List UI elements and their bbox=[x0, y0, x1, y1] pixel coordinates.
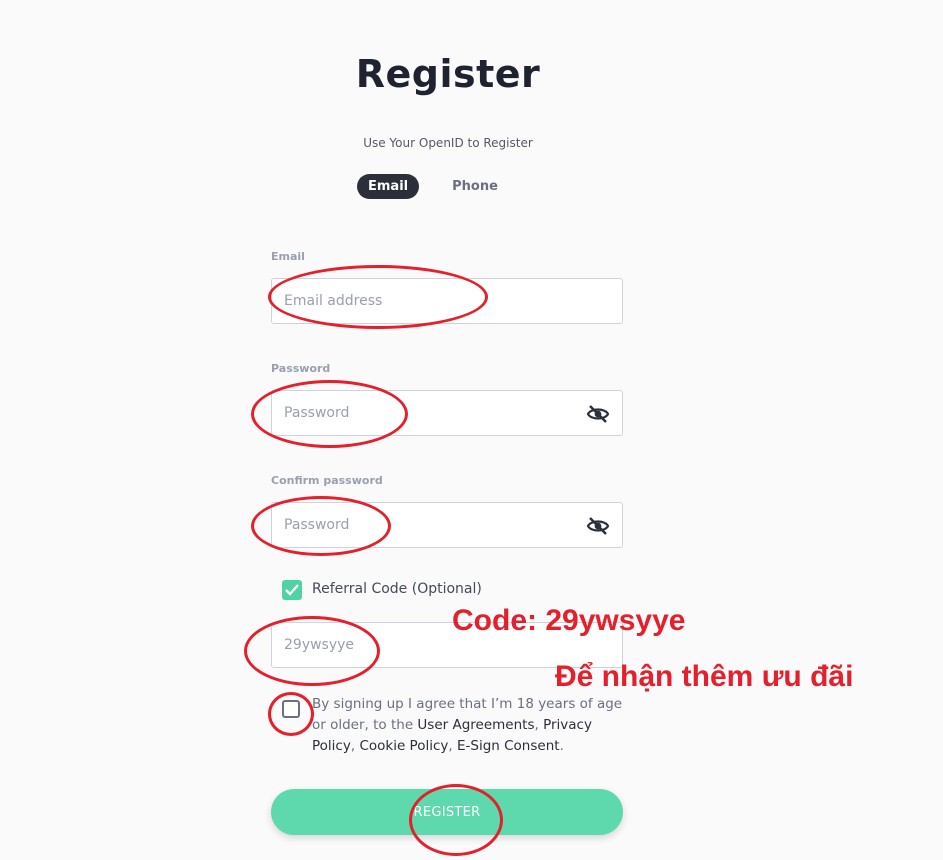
page-title: Register bbox=[355, 52, 541, 96]
page-subtitle: Use Your OpenID to Register bbox=[363, 136, 533, 150]
email-label: Email bbox=[271, 250, 305, 263]
esign-consent-link[interactable]: E-Sign Consent bbox=[457, 738, 560, 754]
user-agreements-link[interactable]: User Agreements bbox=[417, 717, 534, 733]
agreement-sep: , bbox=[448, 738, 457, 754]
agreement-sep: , bbox=[534, 717, 544, 733]
tab-email[interactable]: Email bbox=[357, 174, 420, 199]
eye-off-icon[interactable] bbox=[586, 515, 610, 537]
confirm-password-field-container bbox=[271, 502, 623, 548]
referral-checkbox[interactable] bbox=[282, 580, 302, 600]
email-field-container bbox=[271, 278, 623, 324]
checkmark-icon bbox=[285, 584, 299, 596]
agreement-text: By signing up I agree that I’m 18 years … bbox=[312, 694, 630, 757]
password-field-container bbox=[271, 390, 623, 436]
password-input[interactable] bbox=[272, 391, 574, 435]
code-annotation: Code: 29ywsyye bbox=[452, 604, 686, 637]
register-method-tabs: Email Phone bbox=[357, 174, 509, 199]
confirm-password-label: Confirm password bbox=[271, 474, 383, 487]
password-label: Password bbox=[271, 362, 331, 375]
tab-phone[interactable]: Phone bbox=[441, 174, 509, 199]
agreement-end: . bbox=[559, 738, 564, 754]
register-button[interactable]: REGISTER bbox=[271, 789, 623, 835]
agreement-checkbox[interactable] bbox=[282, 700, 300, 718]
promo-annotation: Để nhận thêm ưu đãi bbox=[555, 660, 854, 693]
referral-label: Referral Code (Optional) bbox=[312, 581, 482, 597]
eye-off-icon[interactable] bbox=[586, 403, 610, 425]
confirm-password-input[interactable] bbox=[272, 503, 574, 547]
email-input[interactable] bbox=[272, 279, 574, 323]
cookie-policy-link[interactable]: Cookie Policy bbox=[359, 738, 448, 754]
